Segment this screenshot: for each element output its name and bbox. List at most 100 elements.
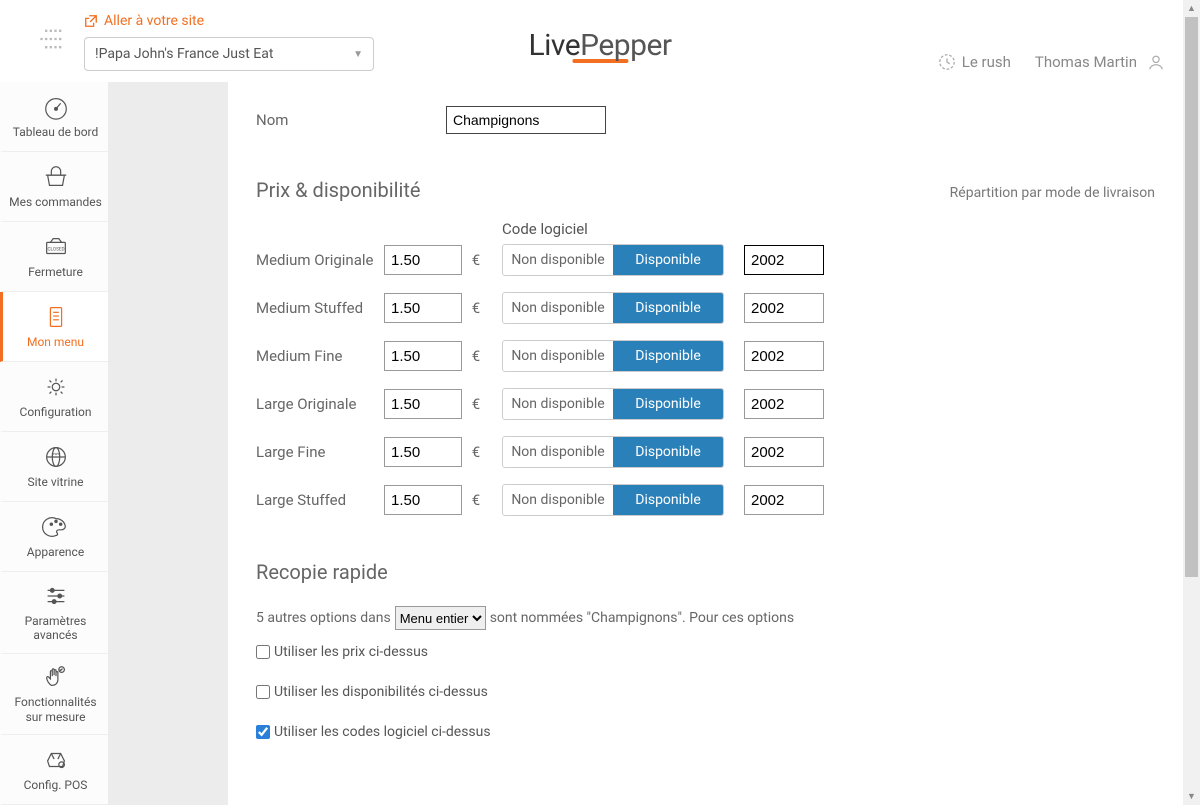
available-option[interactable]: Disponible (613, 341, 723, 371)
sidebar-item-sliders[interactable]: Paramètres avancés (0, 572, 108, 654)
code-input[interactable] (744, 341, 824, 371)
sidebar-item-dashboard[interactable]: Tableau de bord (0, 82, 108, 152)
vertical-scrollbar[interactable]: ▲ ▼ (1183, 0, 1200, 805)
variant-name: Medium Fine (256, 347, 384, 365)
price-input[interactable] (384, 293, 462, 323)
currency-label: € (464, 299, 482, 317)
sidebar-item-hand[interactable]: Fonctionnalités sur mesure (0, 654, 108, 736)
closed-icon: CLOSED (41, 233, 71, 261)
dashboard-icon (41, 93, 71, 121)
availability-toggle[interactable]: Non disponibleDisponible (502, 292, 724, 324)
sidebar-item-pos[interactable]: Config. POS (0, 735, 108, 805)
available-option[interactable]: Disponible (613, 245, 723, 275)
svg-text:CLOSED: CLOSED (47, 247, 64, 253)
site-selector[interactable]: !Papa John's France Just Eat ▼ (84, 37, 374, 71)
price-row: Medium Fine € Non disponibleDisponible (256, 340, 1155, 372)
unavailable-option[interactable]: Non disponible (503, 437, 613, 467)
price-row: Large Stuffed € Non disponibleDisponible (256, 484, 1155, 516)
quick-copy-prefix: 5 autres options dans (256, 610, 391, 626)
variant-name: Medium Originale (256, 251, 384, 269)
price-row: Large Fine € Non disponibleDisponible (256, 436, 1155, 468)
code-input[interactable] (744, 437, 824, 467)
code-input[interactable] (744, 245, 824, 275)
code-input[interactable] (744, 485, 824, 515)
sidebar-item-globe[interactable]: www Site vitrine (0, 432, 108, 502)
unavailable-option[interactable]: Non disponible (503, 245, 613, 275)
hand-icon (41, 664, 71, 692)
site-selector-value: !Papa John's France Just Eat (95, 46, 273, 62)
user-icon (1147, 53, 1165, 71)
availability-toggle[interactable]: Non disponibleDisponible (502, 436, 724, 468)
sidebar-item-gear[interactable]: Configuration (0, 362, 108, 432)
price-row: Medium Stuffed€Non disponibleDisponible (256, 292, 1155, 324)
sidebar-item-basket[interactable]: Mes commandes (0, 152, 108, 222)
available-option[interactable]: Disponible (613, 293, 723, 323)
logo: LivePepper (528, 28, 671, 63)
external-link-icon (84, 14, 98, 28)
price-input[interactable] (384, 245, 462, 275)
sidebar-item-label: Paramètres avancés (7, 614, 104, 643)
variant-name: Large Stuffed (256, 491, 384, 509)
sidebar-item-label: Apparence (27, 545, 84, 559)
pos-icon (41, 746, 71, 774)
currency-label: € (464, 443, 482, 461)
unavailable-option[interactable]: Non disponible (503, 341, 613, 371)
rush-button[interactable]: Le rush (938, 53, 1011, 71)
price-input[interactable] (384, 485, 462, 515)
sidebar-item-label: Tableau de bord (13, 125, 99, 139)
scroll-down-arrow[interactable]: ▼ (1183, 788, 1200, 805)
scroll-up-arrow[interactable]: ▲ (1183, 0, 1200, 17)
user-menu[interactable]: Thomas Martin (1035, 53, 1165, 71)
variant-name: Large Originale (256, 395, 384, 413)
available-option[interactable]: Disponible (613, 485, 723, 515)
currency-label: € (464, 395, 482, 413)
gear-icon (41, 373, 71, 401)
quick-copy-suffix: sont nommées "Champignons". Pour ces opt… (490, 610, 794, 626)
hamburger-icon[interactable] (38, 27, 66, 55)
sidebar-item-menu[interactable]: Mon menu (0, 292, 108, 362)
sidebar-item-closed[interactable]: CLOSEDFermeture (0, 222, 108, 292)
clock-icon (938, 53, 956, 71)
code-input[interactable] (744, 389, 824, 419)
price-row: Medium Originale € Non disponibleDisponibl… (256, 244, 1155, 276)
sidebar-item-label: Fonctionnalités sur mesure (7, 695, 104, 724)
currency-label: € (464, 251, 482, 269)
menu-icon (41, 303, 71, 331)
use-codes-checkbox[interactable]: Utiliser les codes logiciel ci-dessus (256, 724, 1155, 740)
variant-name: Large Fine (256, 443, 384, 461)
sidebar-item-palette[interactable]: Apparence (0, 502, 108, 572)
name-input[interactable] (446, 106, 606, 134)
sidebar-item-label: Mes commandes (9, 195, 102, 209)
currency-label: € (464, 491, 482, 509)
scrollbar-thumb[interactable] (1185, 17, 1198, 577)
currency-label: € (464, 347, 482, 365)
palette-icon (41, 513, 71, 541)
breakdown-link[interactable]: Répartition par mode de livraison (950, 185, 1155, 201)
user-name: Thomas Martin (1035, 53, 1137, 71)
availability-toggle[interactable]: Non disponibleDisponible (502, 484, 724, 516)
availability-toggle[interactable]: Non disponibleDisponible (502, 244, 724, 276)
sidebar-item-label: Site vitrine (28, 475, 84, 489)
price-row: Large Originale € Non disponibleDisponible (256, 388, 1155, 420)
globe-icon: www (41, 443, 71, 471)
price-input[interactable] (384, 341, 462, 371)
go-to-site-link[interactable]: Aller à votre site (84, 13, 374, 29)
code-header: Code logiciel (502, 220, 724, 238)
use-prices-checkbox[interactable]: Utiliser les prix ci-dessus (256, 644, 1155, 660)
sidebar-item-label: Config. POS (24, 778, 88, 792)
unavailable-option[interactable]: Non disponible (503, 293, 613, 323)
price-input[interactable] (384, 437, 462, 467)
availability-toggle[interactable]: Non disponibleDisponible (502, 388, 724, 420)
code-input[interactable] (744, 293, 824, 323)
unavailable-option[interactable]: Non disponible (503, 389, 613, 419)
quick-copy-scope-select[interactable]: Menu entier (395, 606, 486, 630)
available-option[interactable]: Disponible (613, 389, 723, 419)
available-option[interactable]: Disponible (613, 437, 723, 467)
unavailable-option[interactable]: Non disponible (503, 485, 613, 515)
use-availability-checkbox[interactable]: Utiliser les disponibilités ci-dessus (256, 684, 1155, 700)
availability-toggle[interactable]: Non disponibleDisponible (502, 340, 724, 372)
sidebar: Tableau de bord Mes commandes CLOSEDFermet… (0, 82, 108, 805)
rush-label: Le rush (962, 53, 1011, 71)
price-input[interactable] (384, 389, 462, 419)
sidebar-item-label: Configuration (20, 405, 92, 419)
